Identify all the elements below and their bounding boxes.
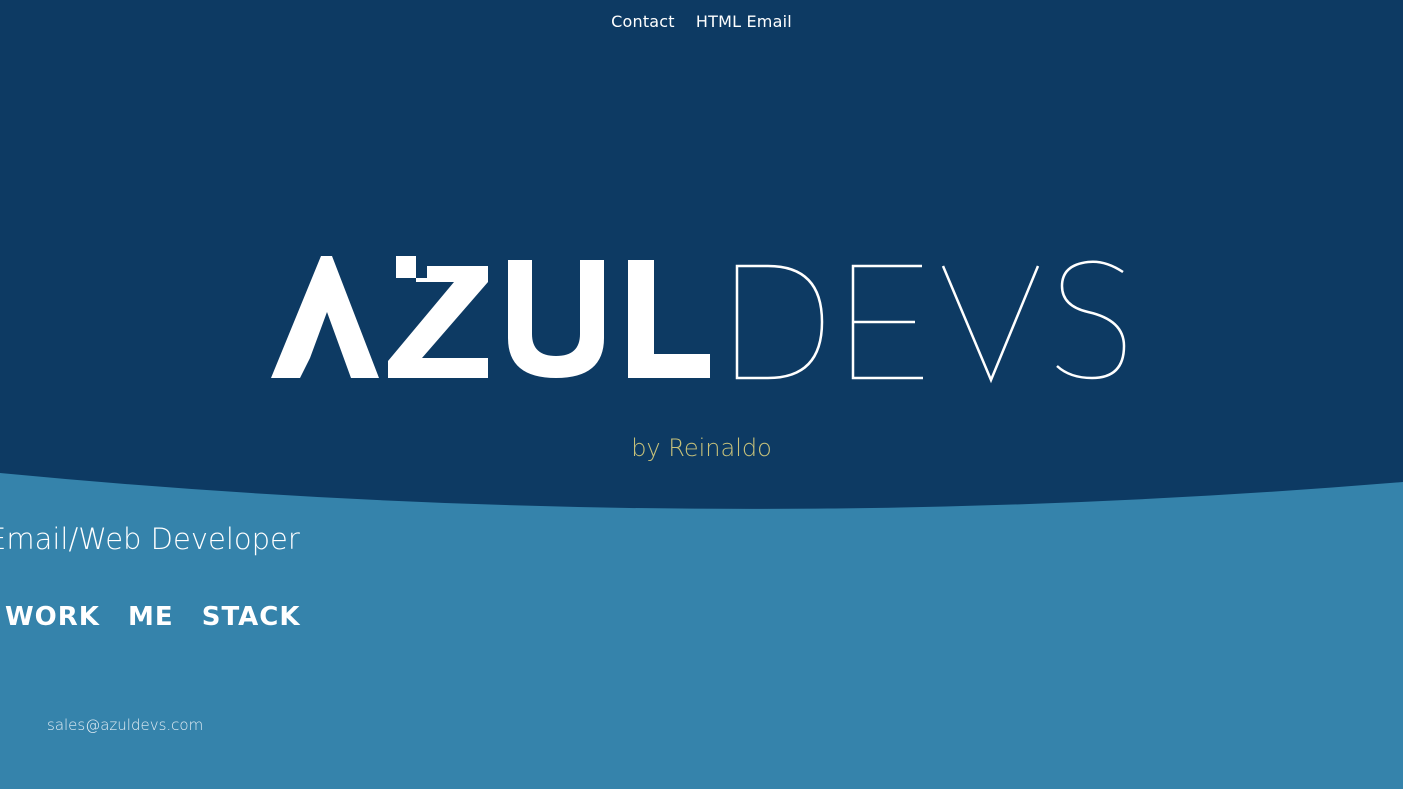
hero-background xyxy=(0,0,1403,789)
logo-devs-light xyxy=(735,260,1126,384)
contact-email[interactable]: sales@azuldevs.com xyxy=(47,716,203,734)
role-title: Email/Web Developer xyxy=(0,522,300,556)
nav-work[interactable]: WORK xyxy=(5,602,100,632)
html-email-link[interactable]: HTML Email xyxy=(696,12,792,31)
section-nav: WORK ME STACK xyxy=(5,602,319,632)
contact-link[interactable]: Contact xyxy=(611,12,675,31)
nav-stack[interactable]: STACK xyxy=(202,602,301,632)
nav-me[interactable]: ME xyxy=(128,602,174,632)
logo-azul-bold xyxy=(271,256,710,378)
azuldevs-logo xyxy=(271,256,1126,384)
top-nav: Contact HTML Email xyxy=(0,12,1403,31)
page: Contact HTML Email by Reinaldo Email/Web… xyxy=(0,0,1403,789)
tagline: by Reinaldo xyxy=(631,434,772,462)
